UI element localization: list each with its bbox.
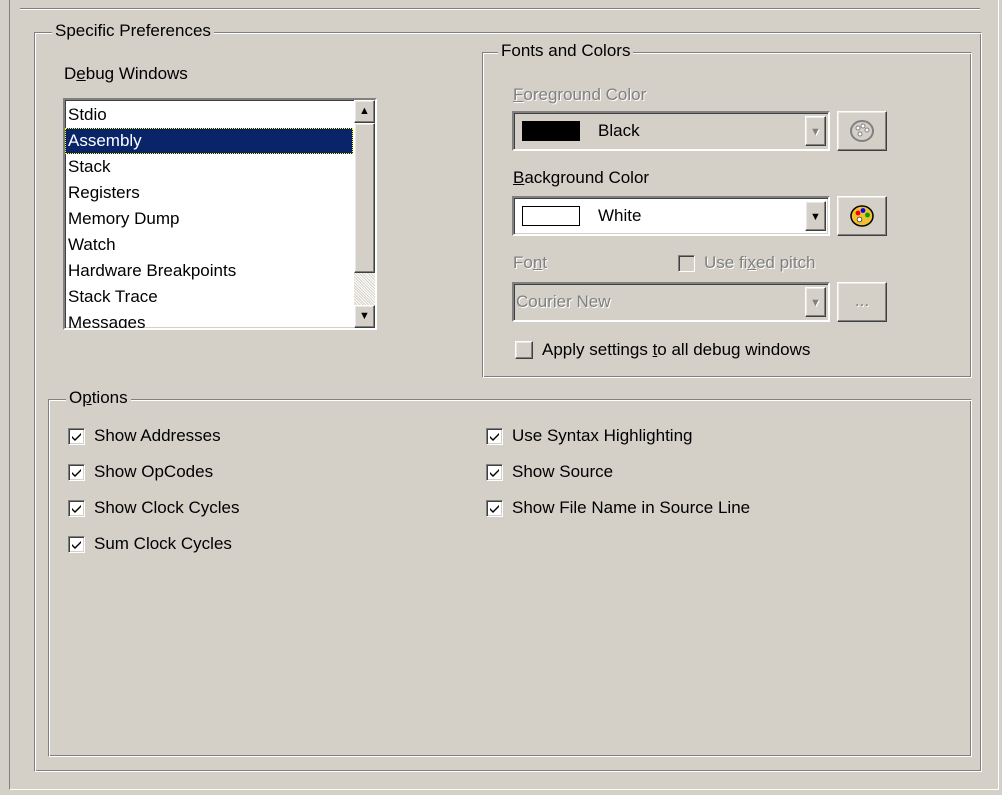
- dropdown-arrow-icon: ▼: [810, 211, 821, 223]
- font-label: Font: [513, 253, 548, 272]
- check-mark-icon: [72, 505, 81, 513]
- check-mark-icon: [72, 541, 81, 549]
- background-color-label: Background Color: [513, 168, 650, 187]
- debug-window-list-item[interactable]: Stack: [65, 154, 353, 180]
- option-checkbox[interactable]: [68, 464, 85, 481]
- option-checkbox[interactable]: [486, 500, 503, 517]
- debug-windows-label: Debug Windows: [64, 64, 188, 83]
- option-label: Show Addresses: [94, 426, 221, 445]
- scroll-down-button[interactable]: ▼: [354, 305, 375, 328]
- check-mark-icon: [490, 433, 499, 441]
- font-value: Courier New: [516, 292, 611, 311]
- check-mark-icon: [72, 433, 81, 441]
- scroll-thumb[interactable]: [354, 123, 375, 273]
- foreground-color-combo[interactable]: Black ▼: [512, 111, 830, 151]
- option-checkbox[interactable]: [486, 428, 503, 445]
- debug-window-list-item[interactable]: Messages: [65, 310, 353, 328]
- option-label: Show Source: [512, 462, 614, 481]
- option-label: Use Syntax Highlighting: [512, 426, 693, 445]
- option-label: Show File Name in Source Line: [512, 498, 751, 517]
- option-checkbox[interactable]: [68, 500, 85, 517]
- fixed-pitch-checkbox[interactable]: [678, 255, 695, 272]
- option-label: Show OpCodes: [94, 462, 214, 481]
- background-color-picker-button[interactable]: [837, 196, 887, 236]
- option-checkbox[interactable]: [68, 428, 85, 445]
- option-checkbox[interactable]: [486, 464, 503, 481]
- background-color-combo[interactable]: White ▼: [512, 196, 830, 236]
- foreground-color-value: Black: [598, 121, 640, 140]
- dropdown-arrow-icon: ▼: [810, 126, 821, 138]
- scroll-down-arrow-icon: ▼: [359, 310, 370, 322]
- dropdown-arrow-icon: ▼: [810, 297, 821, 309]
- foreground-dropdown-button[interactable]: ▼: [805, 116, 826, 146]
- apply-all-checkbox[interactable]: [515, 341, 533, 359]
- options-legend: Options: [66, 388, 131, 408]
- options-group: [48, 399, 972, 757]
- font-dropdown-button[interactable]: ▼: [805, 287, 826, 317]
- scroll-up-button[interactable]: ▲: [354, 100, 375, 123]
- font-browse-button[interactable]: ...: [837, 282, 887, 322]
- background-color-swatch: [522, 206, 580, 226]
- color-palette-icon: [850, 120, 874, 142]
- debug-window-list-item[interactable]: Memory Dump: [65, 206, 353, 232]
- foreground-color-picker-button[interactable]: [837, 111, 887, 151]
- option-label: Show Clock Cycles: [94, 498, 240, 517]
- color-palette-icon: [850, 205, 874, 227]
- check-mark-icon: [72, 469, 81, 477]
- debug-windows-listbox[interactable]: Stdio Assembly Stack Registers Memory Dump Wa…: [63, 98, 377, 330]
- font-browse-label: ...: [854, 291, 870, 310]
- debug-window-list-item[interactable]: Watch: [65, 232, 353, 258]
- option-checkbox[interactable]: [68, 536, 85, 553]
- check-mark-icon: [490, 469, 499, 477]
- background-dropdown-button[interactable]: ▼: [805, 201, 826, 231]
- foreground-color-swatch: [522, 121, 580, 141]
- check-mark-icon: [490, 505, 499, 513]
- debug-window-list-item[interactable]: Stdio: [65, 102, 353, 128]
- debug-window-list-item[interactable]: Registers: [65, 180, 353, 206]
- fonts-colors-legend: Fonts and Colors: [498, 41, 634, 61]
- fixed-pitch-label: Use fixed pitch: [704, 253, 816, 272]
- apply-all-label: Apply settings to all debug windows: [542, 340, 811, 359]
- specific-preferences-legend: Specific Preferences: [52, 21, 214, 41]
- debug-window-list-item[interactable]: Assembly: [65, 128, 353, 154]
- debug-window-list-item[interactable]: Hardware Breakpoints: [65, 258, 353, 284]
- scroll-up-arrow-icon: ▲: [359, 105, 370, 117]
- debug-window-list-item[interactable]: Stack Trace: [65, 284, 353, 310]
- option-label: Sum Clock Cycles: [94, 534, 232, 553]
- background-color-value: White: [598, 206, 642, 225]
- foreground-color-label: Foreground Color: [513, 85, 647, 104]
- font-combo[interactable]: Courier New ▼: [512, 282, 830, 322]
